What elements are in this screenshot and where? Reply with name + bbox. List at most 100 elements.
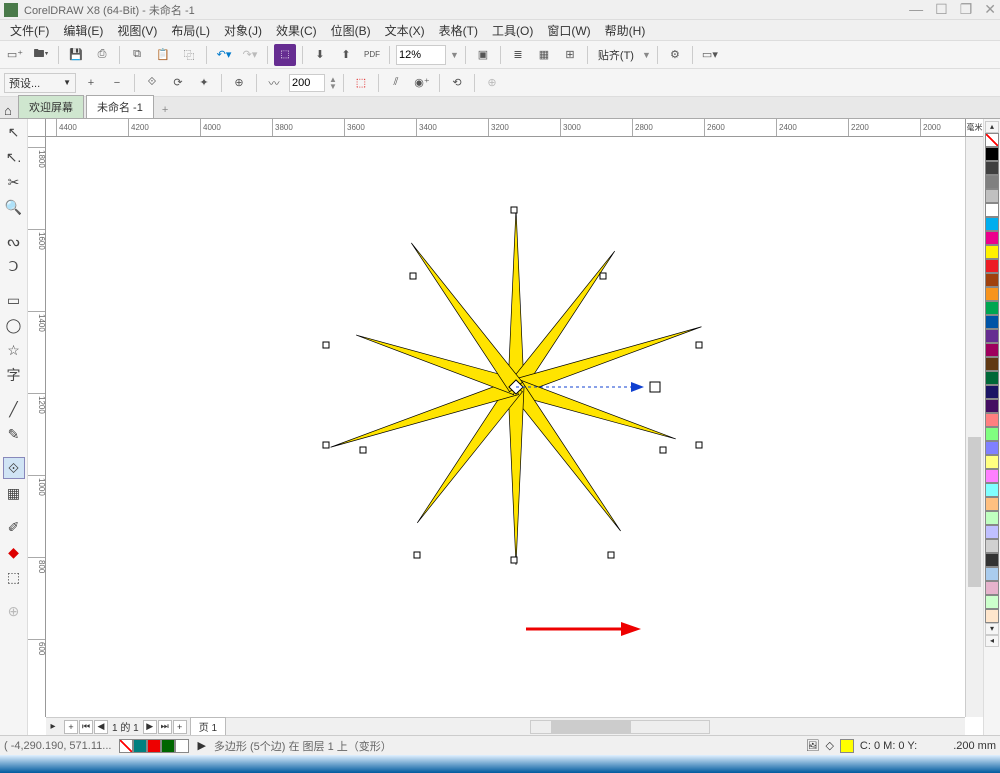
color-swatch[interactable] (985, 385, 999, 399)
color-swatch[interactable] (985, 399, 999, 413)
menu-W[interactable]: 窗口(W) (541, 20, 596, 41)
color-swatch[interactable] (985, 301, 999, 315)
export-button[interactable]: ⬆ (335, 44, 357, 66)
distort-tool[interactable]: ⟐ (3, 457, 25, 479)
center-distort-button[interactable]: ⊕ (228, 72, 250, 94)
vertical-scrollbar[interactable] (965, 137, 983, 717)
status-color-icons[interactable] (119, 739, 189, 753)
color-proof-icon[interactable]: 🖼 (805, 739, 819, 752)
local-button[interactable]: ◉⁺ (411, 72, 433, 94)
first-page-button[interactable]: + (64, 720, 78, 734)
print-button[interactable]: ⎙ (91, 44, 113, 66)
color-swatch[interactable] (985, 525, 999, 539)
paste-button[interactable]: 📋 (152, 44, 174, 66)
palette-expand-button[interactable]: ◂ (985, 635, 999, 647)
dimension-tool[interactable]: ╱ (3, 398, 25, 420)
outline-tool[interactable]: ⬚ (3, 566, 25, 588)
color-swatch[interactable] (985, 469, 999, 483)
connector-tool[interactable]: ✎ (3, 423, 25, 445)
color-swatch[interactable] (985, 245, 999, 259)
tab-document[interactable]: 未命名 -1 (86, 95, 154, 118)
maximize-button[interactable]: ☐ (935, 1, 948, 18)
menu-O[interactable]: 工具(O) (486, 20, 539, 41)
zoom-input[interactable] (396, 45, 446, 65)
color-swatch[interactable] (985, 231, 999, 245)
color-swatch[interactable] (985, 147, 999, 161)
canvas[interactable] (46, 137, 965, 717)
snap-dropdown-icon[interactable]: ▼ (642, 50, 651, 60)
ruler-corner[interactable] (28, 119, 46, 137)
color-swatch[interactable] (985, 273, 999, 287)
color-swatch[interactable] (985, 609, 999, 623)
ellipse-tool[interactable]: ◯ (3, 314, 25, 336)
color-swatch[interactable] (985, 539, 999, 553)
color-swatch[interactable] (985, 175, 999, 189)
color-swatch[interactable] (985, 217, 999, 231)
redo-button[interactable]: ↷▾ (239, 44, 261, 66)
new-button[interactable]: ▭⁺ (4, 44, 26, 66)
color-swatch[interactable] (985, 203, 999, 217)
view3-button[interactable]: ⊞ (559, 44, 581, 66)
snap-label[interactable]: 贴齐(T) (594, 47, 638, 63)
menu-T[interactable]: 表格(T) (433, 20, 484, 41)
color-swatch[interactable] (985, 441, 999, 455)
home-icon[interactable]: ⌂ (4, 103, 12, 118)
launch-button[interactable]: ▭▾ (699, 44, 721, 66)
zoom-tool[interactable]: 🔍 (3, 196, 25, 218)
undo-button[interactable]: ↶▾ (213, 44, 235, 66)
no-fill-swatch[interactable] (985, 133, 999, 147)
color-swatch[interactable] (985, 581, 999, 595)
new-tab-button[interactable]: + (156, 102, 174, 118)
transparency-tool[interactable]: ▦ (3, 482, 25, 504)
color-swatch[interactable] (985, 343, 999, 357)
fill-swatch[interactable] (840, 739, 854, 753)
palette-up-button[interactable]: ▴ (985, 121, 999, 133)
color-swatch[interactable] (985, 483, 999, 497)
rectangle-tool[interactable]: ▭ (3, 289, 25, 311)
color-swatch[interactable] (985, 455, 999, 469)
distort-twister-button[interactable]: ✦ (193, 72, 215, 94)
crop-tool[interactable]: ✂ (3, 171, 25, 193)
fill-tool[interactable]: ◆ (3, 541, 25, 563)
save-button[interactable]: 💾 (65, 44, 87, 66)
pdf-button[interactable]: PDF (361, 44, 383, 66)
prev-page-button[interactable]: ⏮ (79, 720, 93, 734)
color-swatch[interactable] (985, 315, 999, 329)
eyedropper-tool[interactable]: ✐ (3, 516, 25, 538)
close-button[interactable]: ✕ (984, 1, 996, 18)
color-swatch[interactable] (985, 329, 999, 343)
view1-button[interactable]: ≣ (507, 44, 529, 66)
menu-J[interactable]: 对象(J) (218, 20, 268, 41)
color-swatch[interactable] (985, 357, 999, 371)
copy-button[interactable]: ⧉ (126, 44, 148, 66)
color-swatch[interactable] (985, 427, 999, 441)
polygon-tool[interactable]: ☆ (3, 339, 25, 361)
color-swatch[interactable] (985, 497, 999, 511)
menu-F[interactable]: 文件(F) (4, 20, 55, 41)
horizontal-ruler[interactable]: 4400420040003800360034003200300028002600… (46, 119, 965, 137)
restore-button[interactable]: ❐ (960, 1, 973, 18)
color-swatch[interactable] (985, 511, 999, 525)
menu-E[interactable]: 编辑(E) (57, 20, 109, 41)
random-button[interactable]: ⬚ (350, 72, 372, 94)
next-button[interactable]: ▶ (143, 720, 157, 734)
color-swatch[interactable] (985, 161, 999, 175)
prev-button[interactable]: ◀ (94, 720, 108, 734)
amp-down[interactable]: ▼ (329, 83, 337, 90)
import-button[interactable]: ⬇ (309, 44, 331, 66)
color-swatch[interactable] (985, 567, 999, 581)
clear-button[interactable]: ⊕ (481, 72, 503, 94)
amplitude-input[interactable] (289, 74, 325, 92)
pick-tool[interactable]: ↖ (3, 121, 25, 143)
menu-L[interactable]: 布局(L) (165, 20, 216, 41)
color-swatch[interactable] (985, 371, 999, 385)
minimize-button[interactable]: — (909, 1, 923, 18)
menu-V[interactable]: 视图(V) (111, 20, 163, 41)
preset-combo[interactable]: 预设...▼ (4, 73, 76, 93)
color-swatch[interactable] (985, 189, 999, 203)
freehand-tool[interactable]: ᔓ (3, 230, 25, 252)
color-swatch[interactable] (985, 553, 999, 567)
hint-icon[interactable]: ▸ (46, 721, 60, 732)
tab-welcome[interactable]: 欢迎屏幕 (18, 95, 84, 118)
next-page-button[interactable]: ⏭ (158, 720, 172, 734)
